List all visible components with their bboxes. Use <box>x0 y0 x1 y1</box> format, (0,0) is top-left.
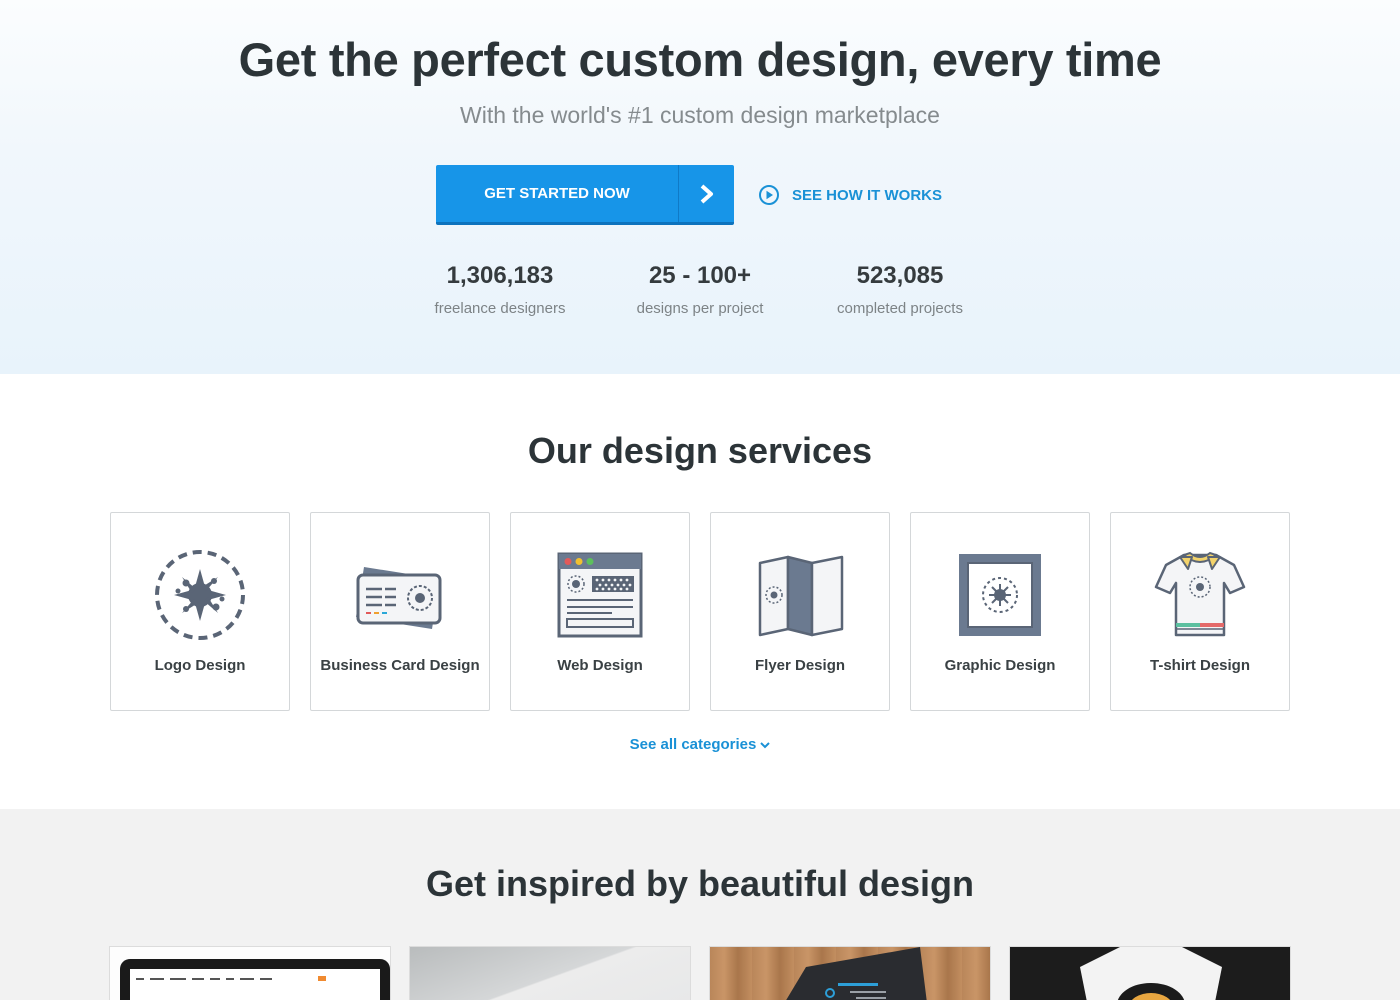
laptop-image <box>120 959 390 1000</box>
stat-completed-projects: 523,085 completed projects <box>800 262 1000 317</box>
gallery-item-tshirt[interactable] <box>1009 946 1291 1000</box>
stat-designs-per-project: 25 - 100+ designs per project <box>600 262 800 317</box>
business-card-photo <box>786 947 927 1000</box>
stat-label: completed projects <box>837 300 963 317</box>
stat-value: 523,085 <box>856 262 944 289</box>
hero-section: Get the perfect custom design, every tim… <box>0 0 1400 374</box>
stat-value: 25 - 100+ <box>648 262 752 289</box>
see-how-label: SEE HOW IT WORKS <box>792 186 942 204</box>
business-card-icon <box>352 547 448 643</box>
play-circle-icon <box>759 185 779 205</box>
service-card-logo-design[interactable]: Logo Design <box>110 512 290 711</box>
inspiration-gallery <box>109 946 1291 1000</box>
web-design-icon <box>552 547 648 643</box>
service-card-web-design[interactable]: Web Design <box>510 512 690 711</box>
service-label: Business Card Design <box>320 657 480 674</box>
see-all-categories-link[interactable]: See all categories <box>0 736 1400 753</box>
service-cards: Logo Design Business Card Design Web Des… <box>110 512 1290 711</box>
service-card-flyer-design[interactable]: Flyer Design <box>710 512 890 711</box>
gallery-item-stationery[interactable] <box>409 946 691 1000</box>
cta-row: GET STARTED NOW SEE HOW IT WORKS <box>436 165 942 225</box>
service-label: Logo Design <box>154 657 246 674</box>
chevron-down-icon <box>760 736 771 753</box>
get-started-button[interactable]: GET STARTED NOW <box>436 165 734 225</box>
inspiration-title: Get inspired by beautiful design <box>425 863 975 904</box>
get-started-label: GET STARTED NOW <box>484 185 630 202</box>
stat-designers: 1,306,183 freelance designers <box>400 262 600 317</box>
service-label: Flyer Design <box>754 657 846 674</box>
service-card-graphic-design[interactable]: Graphic Design <box>910 512 1090 711</box>
service-label: Web Design <box>557 657 643 674</box>
tshirt-photo <box>1080 947 1222 1000</box>
stat-value: 1,306,183 <box>446 262 554 289</box>
stats-row: 1,306,183 freelance designers 25 - 100+ … <box>400 262 1000 317</box>
hero-title: Get the perfect custom design, every tim… <box>238 33 1162 86</box>
service-card-business-card-design[interactable]: Business Card Design <box>310 512 490 711</box>
service-label: T-shirt Design <box>1149 657 1250 674</box>
service-card-tshirt-design[interactable]: T-shirt Design <box>1110 512 1290 711</box>
gallery-item-web-design[interactable] <box>109 946 391 1000</box>
see-all-label: See all categories <box>629 736 757 753</box>
services-title: Our design services <box>527 430 873 471</box>
see-how-it-works-link[interactable]: SEE HOW IT WORKS <box>758 184 942 206</box>
inspiration-section: Get inspired by beautiful design <box>0 809 1400 1000</box>
gallery-item-business-card[interactable] <box>709 946 991 1000</box>
chevron-right-icon <box>678 165 734 222</box>
logo-design-icon <box>152 547 248 643</box>
graphic-design-icon <box>952 547 1048 643</box>
tshirt-icon <box>1152 547 1248 643</box>
flyer-icon <box>752 547 848 643</box>
hero-subtitle: With the world's #1 custom design market… <box>460 102 940 128</box>
stat-label: freelance designers <box>434 300 566 317</box>
design-services-section: Our design services Logo Design Business… <box>0 374 1400 809</box>
service-label: Graphic Design <box>944 657 1056 674</box>
stat-label: designs per project <box>636 300 764 317</box>
